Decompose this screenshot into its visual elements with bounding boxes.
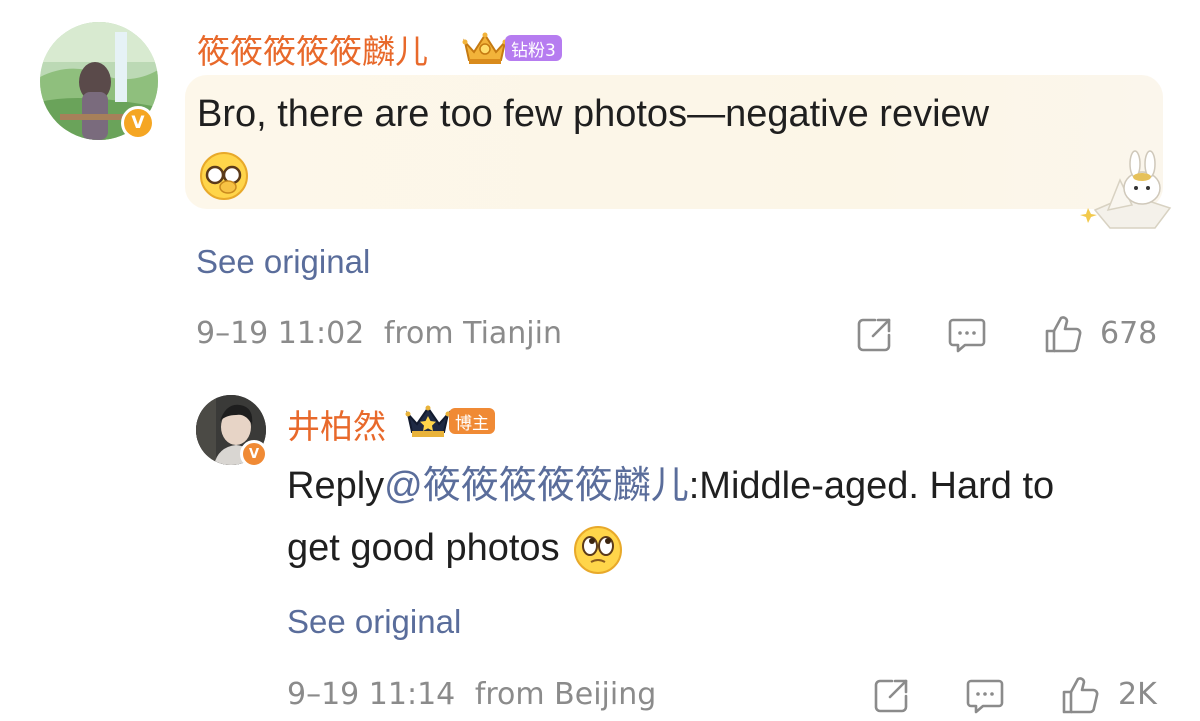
- reply-text-part1: :Middle-aged. Hard to: [688, 465, 1055, 507]
- thumbs-up-icon: [1062, 677, 1099, 714]
- verified-badge: V: [121, 106, 155, 140]
- replier-username[interactable]: 井柏然: [287, 400, 386, 448]
- comment-text: Bro, there are too few photos—negative r…: [197, 93, 990, 135]
- comment-icon[interactable]: [947, 316, 987, 354]
- see-original-link-reply[interactable]: See original: [287, 603, 461, 641]
- see-original-link[interactable]: See original: [196, 243, 370, 281]
- mention-link[interactable]: @筱筱筱筱筱麟儿: [384, 465, 689, 507]
- comment-meta: 9–19 11:02 from Tianjin: [196, 316, 562, 351]
- comment-location: from Tianjin: [383, 316, 562, 351]
- verified-badge-orange: V: [240, 440, 268, 468]
- share-icon[interactable]: [855, 316, 893, 354]
- thumbs-up-icon: [1045, 316, 1082, 353]
- host-badge: 博主: [449, 408, 495, 434]
- like-count: 2K: [1118, 677, 1157, 712]
- like-button[interactable]: 2K: [1060, 675, 1170, 717]
- share-icon[interactable]: [872, 677, 910, 715]
- eyes-emoji-icon: [572, 524, 624, 576]
- reply-meta: 9–19 11:14 from Beijing: [287, 677, 656, 712]
- crown-icon: [405, 404, 451, 440]
- fan-badge: 钻粉3: [505, 35, 562, 61]
- reply-text-line1: Reply@筱筱筱筱筱麟儿:Middle-aged. Hard to: [287, 456, 1054, 516]
- reply-text-part2: get good photos: [287, 527, 560, 569]
- crown-icon: [462, 30, 508, 66]
- reply-prefix: Reply: [287, 465, 385, 507]
- comment-icon[interactable]: [965, 677, 1005, 715]
- glasses-emoji-icon: [198, 150, 250, 202]
- like-count: 678: [1100, 316, 1158, 351]
- reply-text-line2: get good photos: [287, 518, 624, 578]
- reply-timestamp: 9–19 11:14: [287, 677, 456, 712]
- commenter-username[interactable]: 筱筱筱筱筱麟儿: [197, 25, 428, 73]
- bunny-sticker-icon: [1080, 150, 1180, 232]
- reply-location: from Beijing: [474, 677, 657, 712]
- comment-timestamp: 9–19 11:02: [196, 316, 365, 351]
- like-button[interactable]: 678: [1043, 314, 1163, 356]
